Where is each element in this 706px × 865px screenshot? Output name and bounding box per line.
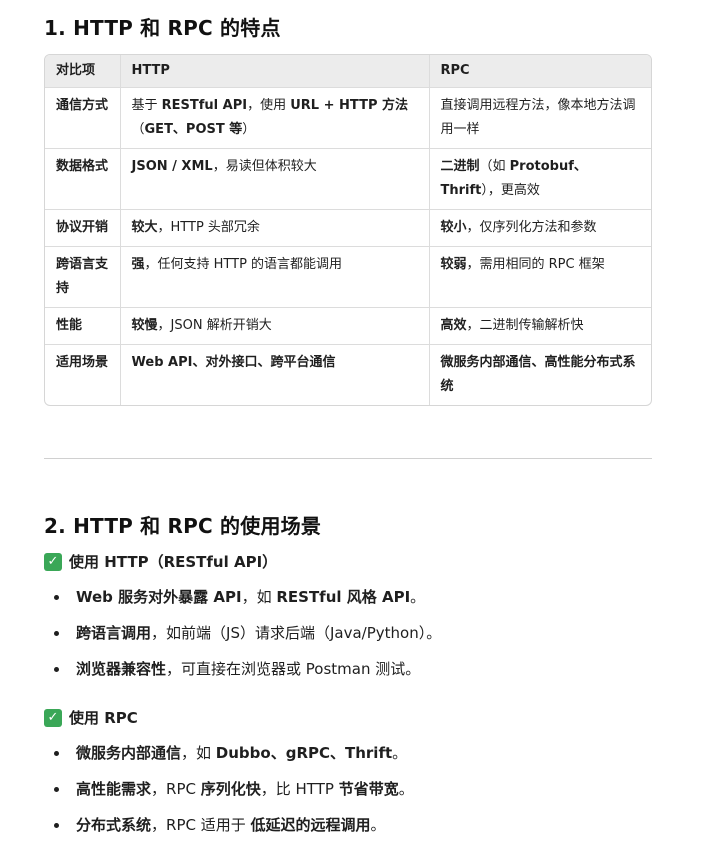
list-item: 微服务内部通信，如 Dubbo、gRPC、Thrift。 <box>44 742 652 778</box>
bold-text: 较小 <box>440 220 467 235</box>
bold-text: 较慢 <box>131 318 158 333</box>
text-run: ，JSON 解析开销大 <box>157 318 272 333</box>
row-label: 协议开销 <box>45 209 121 247</box>
list-item: 分布式系统，RPC 适用于 低延迟的远程调用。 <box>44 814 652 850</box>
bold-text: Web 服务对外暴露 API <box>76 588 242 606</box>
text-run: ，RPC 适用于 <box>151 816 251 834</box>
list-item: Web 服务对外暴露 API，如 RESTful 风格 API。 <box>44 586 652 622</box>
table-header-row: 对比项 HTTP RPC <box>45 55 651 88</box>
http-cell: 基于 RESTful API，使用 URL + HTTP 方法 （GET、POST… <box>120 87 430 149</box>
http-usage-heading-text: 使用 HTTP（RESTful API） <box>69 553 278 571</box>
text-run: 。 <box>398 780 414 798</box>
text-run: ），更高效 <box>481 183 540 198</box>
rpc-cell: 较弱，需用相同的 RPC 框架 <box>429 246 651 308</box>
rpc-cell: 二进制（如 Protobuf、Thrift），更高效 <box>429 148 651 210</box>
header-http: HTTP <box>120 55 430 88</box>
bold-text: GET、POST 等 <box>144 122 243 137</box>
table-row: 性能 较慢，JSON 解析开销大 高效，二进制传输解析快 <box>45 307 651 345</box>
text-run: （ <box>131 122 145 137</box>
http-cell: 较慢，JSON 解析开销大 <box>120 307 430 345</box>
rpc-cell: 较小，仅序列化方法和参数 <box>429 209 651 247</box>
text-run: 基于 <box>131 98 162 113</box>
bold-text: 序列化快 <box>200 780 261 798</box>
text-run: 直接调用远程方法，像本地方法调用一样 <box>440 98 636 137</box>
bold-text: 强 <box>131 257 145 272</box>
http-cell: Web API、对外接口、跨平台通信 <box>120 344 430 405</box>
header-compare-item: 对比项 <box>45 55 121 88</box>
text-run: ，如前端（JS）请求后端（Java/Python）。 <box>151 624 442 642</box>
list-item: 跨语言调用，如前端（JS）请求后端（Java/Python）。 <box>44 622 652 658</box>
bold-text: 较大 <box>131 220 158 235</box>
rpc-cell: 高效，二进制传输解析快 <box>429 307 651 345</box>
text-run: ，易读但体积较大 <box>212 159 317 174</box>
bold-text: 浏览器兼容性 <box>76 660 167 678</box>
text-run: ，如 <box>181 744 216 762</box>
http-usage-heading: ✓ 使用 HTTP（RESTful API） <box>44 551 277 572</box>
text-run: ，HTTP 头部冗余 <box>157 220 260 235</box>
rpc-usage-list: 微服务内部通信，如 Dubbo、gRPC、Thrift。 高性能需求，RPC 序列… <box>44 742 652 850</box>
row-label: 适用场景 <box>45 344 121 405</box>
bold-text: Web API、对外接口、跨平台通信 <box>131 355 336 370</box>
check-mark-icon: ✓ <box>44 708 62 727</box>
rpc-cell: 微服务内部通信、高性能分布式系统 <box>429 345 651 406</box>
table-row: 通信方式 基于 RESTful API，使用 URL + HTTP 方法 （GET、… <box>45 87 651 149</box>
http-cell: JSON / XML，易读但体积较大 <box>120 148 430 210</box>
bold-text: 高性能需求 <box>76 780 152 798</box>
table-row: 数据格式 JSON / XML，易读但体积较大 二进制（如 Protobuf、Thr… <box>45 148 651 210</box>
row-label: 性能 <box>45 307 121 345</box>
table-row: 跨语言支持 强，任何支持 HTTP 的语言都能调用 较弱，需用相同的 RPC 框架 <box>45 246 651 308</box>
comparison-table: 对比项 HTTP RPC 通信方式 基于 RESTful API，使用 URL +… <box>45 55 651 405</box>
list-item: 高性能需求，RPC 序列化快，比 HTTP 节省带宽。 <box>44 778 652 814</box>
bold-text: 较弱 <box>440 257 467 272</box>
comparison-table-container: 对比项 HTTP RPC 通信方式 基于 RESTful API，使用 URL +… <box>44 54 652 406</box>
list-item: 浏览器兼容性，可直接在浏览器或 Postman 测试。 <box>44 658 652 694</box>
text-run: （如 <box>479 159 510 174</box>
text-run: ，仅序列化方法和参数 <box>466 220 597 235</box>
bold-text: 微服务内部通信 <box>76 744 182 762</box>
table-row: 适用场景 Web API、对外接口、跨平台通信 微服务内部通信、高性能分布式系统 <box>45 344 651 406</box>
bold-text: JSON / XML <box>131 159 213 174</box>
section-2-title: 2. HTTP 和 RPC 的使用场景 <box>44 514 322 538</box>
section-divider <box>44 458 652 459</box>
text-run: ，需用相同的 RPC 框架 <box>466 257 605 272</box>
header-rpc: RPC <box>429 55 651 88</box>
text-run: 。 <box>410 588 426 606</box>
bold-text: RESTful API <box>161 98 248 113</box>
text-run: ，如 <box>241 588 277 606</box>
http-usage-list: Web 服务对外暴露 API，如 RESTful 风格 API。 跨语言调用，如前… <box>44 586 652 694</box>
bold-text: 节省带宽 <box>338 780 399 798</box>
text-run: ） <box>242 122 256 137</box>
rpc-usage-heading-text: 使用 RPC <box>69 709 138 727</box>
row-label: 通信方式 <box>45 87 121 149</box>
text-run: ，任何支持 HTTP 的语言都能调用 <box>144 257 343 272</box>
text-run: ，比 HTTP <box>260 780 339 798</box>
bold-text: Dubbo、gRPC、Thrift <box>215 744 393 762</box>
bold-text: RESTful 风格 API <box>276 588 411 606</box>
bold-text: 低延迟的远程调用 <box>250 816 371 834</box>
bold-text: 微服务内部通信、高性能分布式系统 <box>440 355 636 394</box>
text-run: 。 <box>392 744 408 762</box>
bold-text: 分布式系统 <box>76 816 152 834</box>
bold-text: 高效 <box>440 318 467 333</box>
bold-text: 二进制 <box>440 159 480 174</box>
bold-text: URL + HTTP 方法 <box>290 98 408 113</box>
rpc-cell: 直接调用远程方法，像本地方法调用一样 <box>429 87 651 149</box>
row-label: 跨语言支持 <box>45 246 121 308</box>
text-run: ，二进制传输解析快 <box>466 318 584 333</box>
http-cell: 较大，HTTP 头部冗余 <box>120 209 430 247</box>
section-1-title: 1. HTTP 和 RPC 的特点 <box>44 16 281 40</box>
table-row: 协议开销 较大，HTTP 头部冗余 较小，仅序列化方法和参数 <box>45 209 651 247</box>
text-run: ，可直接在浏览器或 Postman 测试。 <box>166 660 421 678</box>
http-cell: 强，任何支持 HTTP 的语言都能调用 <box>120 246 430 308</box>
check-mark-icon: ✓ <box>44 552 62 571</box>
text-run: 。 <box>370 816 386 834</box>
text-run: ，RPC <box>151 780 201 798</box>
row-label: 数据格式 <box>45 148 121 210</box>
text-run: ，使用 <box>247 98 291 113</box>
rpc-usage-heading: ✓ 使用 RPC <box>44 707 138 728</box>
bold-text: 跨语言调用 <box>76 624 152 642</box>
